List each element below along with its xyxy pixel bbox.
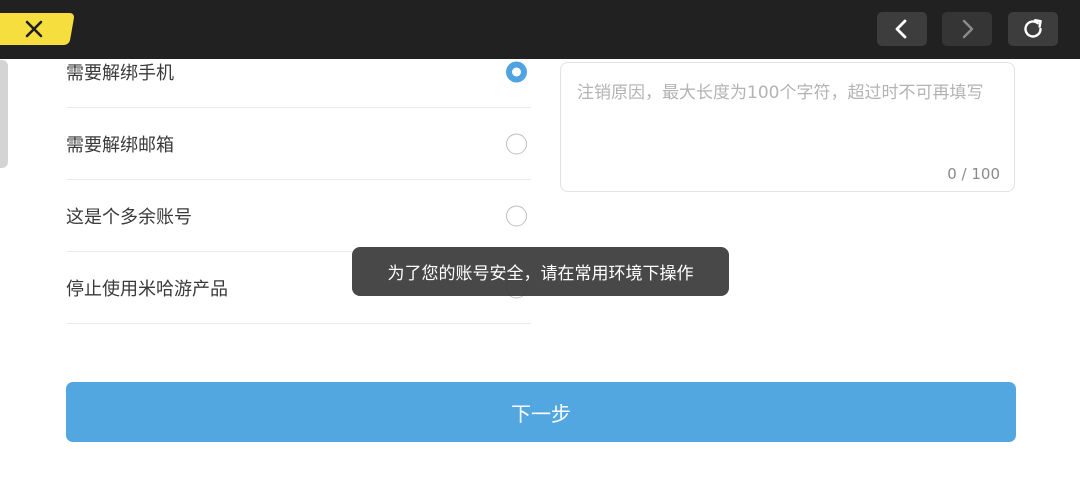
toast-message: 为了您的账号安全，请在常用环境下操作 <box>352 247 729 296</box>
char-counter: 0 / 100 <box>947 165 1000 183</box>
close-icon <box>25 20 43 38</box>
next-step-button[interactable]: 下一步 <box>66 382 1016 442</box>
page: 需要解绑手机 需要解绑邮箱 这是个多余账号 停止使用米哈游产品 0 / 100 … <box>0 0 1080 483</box>
reason-item-unbind-phone[interactable]: 需要解绑手机 <box>66 36 531 108</box>
reason-label: 停止使用米哈游产品 <box>66 278 228 300</box>
refresh-icon <box>1024 19 1042 38</box>
back-button[interactable] <box>877 12 927 46</box>
refresh-button[interactable] <box>1008 12 1058 46</box>
forward-button[interactable] <box>942 12 992 46</box>
char-count-max: 100 <box>971 165 1000 183</box>
reason-label: 这是个多余账号 <box>66 206 192 228</box>
close-button[interactable] <box>0 13 75 45</box>
radio-button[interactable] <box>506 133 527 154</box>
side-scroll-handle[interactable] <box>0 60 8 168</box>
reason-label: 需要解绑手机 <box>66 62 174 84</box>
reason-input-box: 0 / 100 <box>560 62 1015 192</box>
radio-button[interactable] <box>506 205 527 226</box>
reason-textarea[interactable] <box>577 79 997 165</box>
radio-button-checked[interactable] <box>506 61 527 82</box>
chevron-right-icon <box>962 19 974 39</box>
chevron-left-icon <box>895 19 907 39</box>
reason-item-unbind-email[interactable]: 需要解绑邮箱 <box>66 108 531 180</box>
reason-label: 需要解绑邮箱 <box>66 134 174 156</box>
reason-item-redundant-account[interactable]: 这是个多余账号 <box>66 180 531 252</box>
char-count-current: 0 <box>947 165 957 183</box>
char-count-separator: / <box>956 165 972 183</box>
